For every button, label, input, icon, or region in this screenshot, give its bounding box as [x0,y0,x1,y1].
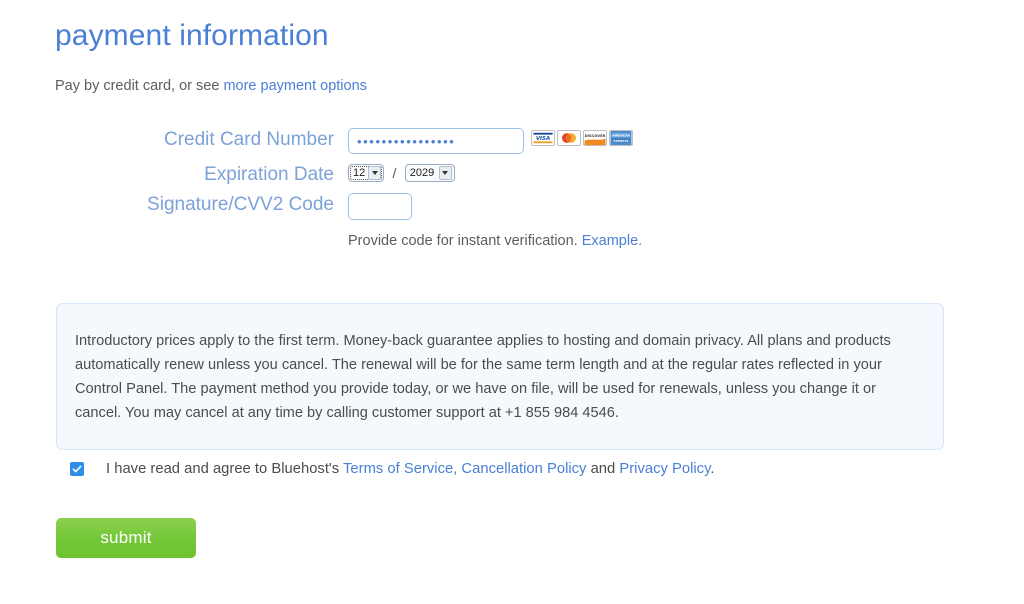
signature-cvv2-code-control [348,193,412,220]
credit-card-number-row: Credit Card Number VISA [0,128,1024,163]
renewal-disclaimer-box: Introductory prices apply to the first t… [56,303,944,450]
discover-card-logo: DISCOVER [583,130,607,146]
cancellation-policy-link[interactable]: Cancellation Policy [457,461,586,477]
signature-cvv2-code-label: Signature/CVV2 Code [147,194,334,215]
terms-agreement-checkbox[interactable] [70,462,84,476]
mastercard-card-logo [557,130,581,146]
expiration-year-select[interactable]: 2024202520262027202820292030203120322033 [404,164,455,182]
expiration-year-wrap: 2024202520262027202820292030203120322033 [404,163,455,182]
terms-agreement-prefix: I have read and agree to Bluehost's [106,461,344,477]
payment-subtitle: Pay by credit card, or see more payment … [55,77,367,95]
privacy-policy-link[interactable]: Privacy Policy [619,461,710,477]
subtitle-text: Pay by credit card, or see [55,78,224,94]
accepted-card-logos: VISA DISCOVER AMERICAN EXPRESS [531,130,633,146]
terms-agreement-row: I have read and agree to Bluehost's Term… [70,459,715,479]
page-title: payment information [55,19,329,52]
svg-text:AMERICAN: AMERICAN [612,134,630,138]
svg-text:EXPRESS: EXPRESS [614,139,629,143]
credit-card-number-control [348,128,524,154]
expiration-date-label: Expiration Date [204,164,334,185]
credit-card-number-input[interactable] [348,128,524,154]
cvv-help-text: Provide code for instant verification. E… [348,232,642,250]
payment-information-page: payment information Pay by credit card, … [0,0,1024,604]
signature-cvv2-code-row: Signature/CVV2 Code [0,193,1024,225]
amex-card-logo: AMERICAN EXPRESS [609,130,633,146]
expiration-separator: / [392,164,397,181]
svg-text:VISA: VISA [536,136,550,142]
submit-button[interactable]: submit [56,518,196,558]
payment-form: Credit Card Number VISA [0,128,1024,225]
expiration-date-control: 010203040506070809101112 / 2024202520262… [348,163,455,182]
more-payment-options-link[interactable]: more payment options [223,78,366,94]
expiration-month-select[interactable]: 010203040506070809101112 [348,164,384,182]
svg-text:DISCOVER: DISCOVER [585,134,606,138]
check-icon [72,465,82,473]
credit-card-number-label: Credit Card Number [164,129,334,150]
terms-agreement-text: I have read and agree to Bluehost's Term… [106,459,715,479]
terms-agreement-and: and [586,461,620,477]
cvv-help-text-label: Provide code for instant verification. [348,233,582,249]
visa-card-logo: VISA [531,130,555,146]
expiration-month-wrap: 010203040506070809101112 [348,163,384,182]
terms-of-service-link[interactable]: Terms of Service, [343,461,457,477]
renewal-disclaimer-text: Introductory prices apply to the first t… [75,333,891,421]
cvv-example-link[interactable]: Example. [582,233,642,249]
signature-cvv2-code-input[interactable] [348,193,412,220]
expiration-date-row: Expiration Date 010203040506070809101112… [0,163,1024,193]
terms-agreement-suffix: . [710,461,715,477]
